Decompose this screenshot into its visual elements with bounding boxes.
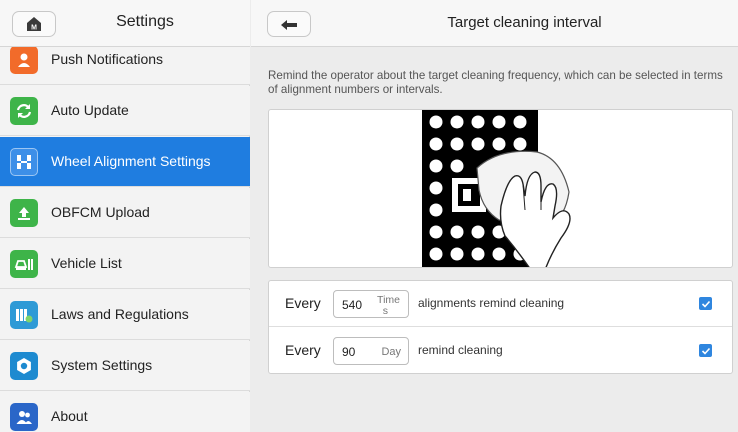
- sidebar-item-label: About: [51, 408, 88, 424]
- sidebar-item-vehicle-list[interactable]: Vehicle List: [0, 239, 250, 289]
- unit-label: Day: [381, 346, 401, 358]
- alignment-count-value: 540: [342, 298, 363, 312]
- cleaning-settings-box: Every 540 Time s alignments remind clean…: [268, 280, 733, 374]
- upload-icon: [10, 199, 38, 227]
- unit-label-line1: Time: [377, 294, 400, 306]
- settings-sidebar: M Settings Push Notifications Auto Updat…: [0, 0, 250, 432]
- day-interval-row: Every 90 Day remind cleaning: [269, 328, 732, 374]
- vehicle-list-icon: [10, 250, 38, 278]
- alignment-remind-text: alignments remind cleaning: [418, 296, 565, 310]
- sidebar-item-auto-update[interactable]: Auto Update: [0, 86, 250, 136]
- sidebar-item-wheel-alignment-settings[interactable]: Wheel Alignment Settings: [0, 137, 250, 187]
- alignment-count-input[interactable]: 540 Time s: [333, 290, 409, 318]
- sidebar-item-about[interactable]: About: [0, 392, 250, 432]
- target-cleaning-illustration: [268, 109, 733, 268]
- description-text: Remind the operator about the target cle…: [268, 69, 723, 96]
- sidebar-item-label: Vehicle List: [51, 255, 122, 271]
- sidebar-header: M Settings: [0, 0, 250, 47]
- sidebar-item-label: OBFCM Upload: [51, 204, 150, 220]
- day-interval-value: 90: [342, 345, 356, 359]
- back-arrow-icon: [280, 18, 298, 30]
- sidebar-item-label: Auto Update: [51, 102, 129, 118]
- sidebar-item-label: Wheel Alignment Settings: [51, 153, 211, 169]
- check-icon: [701, 300, 710, 308]
- day-remind-text: remind cleaning: [418, 343, 503, 357]
- gear-icon: [10, 352, 38, 380]
- alignment-remind-checkbox[interactable]: [699, 297, 712, 310]
- content-panel: Target cleaning interval Remind the oper…: [251, 0, 738, 432]
- every-label: Every: [285, 342, 321, 358]
- alignment-icon: [10, 148, 38, 176]
- content-header: Target cleaning interval: [251, 0, 738, 47]
- sidebar-title: Settings: [116, 13, 174, 30]
- check-icon: [701, 347, 710, 355]
- alignment-count-row: Every 540 Time s alignments remind clean…: [269, 281, 732, 327]
- sidebar-item-label: Laws and Regulations: [51, 306, 189, 322]
- every-label: Every: [285, 295, 321, 311]
- sidebar-item-laws-and-regulations[interactable]: Laws and Regulations: [0, 290, 250, 340]
- sidebar-item-push-notifications[interactable]: Push Notifications: [0, 47, 250, 85]
- sidebar-item-system-settings[interactable]: System Settings: [0, 341, 250, 391]
- refresh-icon: [10, 97, 38, 125]
- target-wipe-image: [422, 110, 571, 267]
- people-icon: [10, 403, 38, 431]
- day-remind-checkbox[interactable]: [699, 344, 712, 357]
- regulations-icon: [10, 301, 38, 329]
- bell-person-icon: [10, 47, 38, 74]
- unit-label-line2: s: [382, 305, 388, 317]
- page-title: Target cleaning interval: [447, 14, 602, 31]
- back-button[interactable]: [267, 11, 311, 37]
- sidebar-item-obfcm-upload[interactable]: OBFCM Upload: [0, 188, 250, 238]
- settings-menu: Push Notifications Auto Update Wheel Ali…: [0, 47, 250, 432]
- app-window: M Settings Push Notifications Auto Updat…: [0, 0, 738, 432]
- sidebar-item-label: System Settings: [51, 357, 153, 373]
- sidebar-item-label: Push Notifications: [51, 51, 164, 67]
- day-interval-input[interactable]: 90 Day: [333, 337, 409, 365]
